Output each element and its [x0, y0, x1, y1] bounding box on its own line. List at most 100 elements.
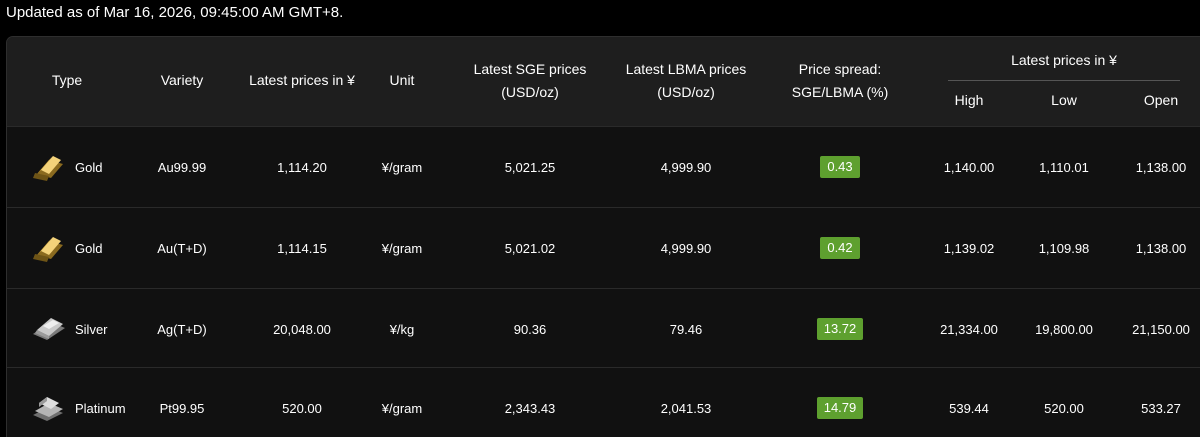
cell-latest-value: 1,114.15	[277, 240, 327, 256]
cell-type-label: Platinum	[75, 400, 126, 416]
cell-variety: Ag(T+D)	[127, 289, 237, 369]
cell-variety-value: Au(T+D)	[157, 240, 207, 256]
silver-bar-icon	[29, 314, 69, 344]
platinum-bar-icon	[29, 393, 69, 423]
cell-variety-value: Ag(T+D)	[157, 321, 207, 337]
cell-open-value: 533.27	[1141, 400, 1181, 416]
table-row: Silver Ag(T+D) 20,048.00 ¥/kg 90.36 79.46 13.7…	[7, 288, 1200, 369]
cell-sge-value: 2,343.43	[504, 400, 556, 416]
cell-type-label: Gold	[75, 159, 103, 175]
cell-unit: ¥/gram	[347, 127, 457, 207]
cell-low-value: 1,109.98	[1038, 240, 1090, 256]
header-spread-line2: SGE/LBMA (%)	[791, 84, 889, 100]
header-variety: Variety	[160, 72, 204, 88]
cell-open: 533.27	[1111, 368, 1200, 437]
table-header: Type Variety Latest prices in ¥ Unit Lat…	[7, 37, 1200, 126]
cell-high-value: 1,139.02	[943, 240, 995, 256]
cell-unit-value: ¥/gram	[381, 159, 423, 175]
cell-latest-value: 520.00	[282, 400, 322, 416]
cell-high: 1,140.00	[919, 127, 1019, 207]
cell-unit: ¥/gram	[347, 368, 457, 437]
cell-unit: ¥/kg	[347, 289, 457, 369]
cell-lbma-value: 2,041.53	[660, 400, 712, 416]
cell-latest-value: 20,048.00	[273, 321, 331, 337]
cell-open-value: 21,150.00	[1132, 321, 1190, 337]
cell-open: 1,138.00	[1111, 127, 1200, 207]
header-sge-line1: Latest SGE prices	[473, 61, 587, 77]
cell-unit-value: ¥/kg	[389, 321, 415, 337]
header-sge-line2: (USD/oz)	[501, 84, 559, 100]
prices-table: Type Variety Latest prices in ¥ Unit Lat…	[6, 36, 1200, 437]
header-lbma: Latest LBMA prices (USD/oz)	[606, 58, 766, 104]
cell-open: 21,150.00	[1111, 289, 1200, 369]
cell-type: Silver	[29, 289, 139, 369]
cell-lbma: 4,999.90	[606, 208, 766, 288]
cell-open: 1,138.00	[1111, 208, 1200, 288]
header-open: Open	[1143, 92, 1179, 108]
header-sge: Latest SGE prices (USD/oz)	[450, 58, 610, 104]
cell-low-value: 19,800.00	[1035, 321, 1093, 337]
cell-spread: 0.42	[770, 208, 910, 288]
cell-low-value: 1,110.01	[1039, 159, 1089, 175]
cell-low: 520.00	[1014, 368, 1114, 437]
cell-high: 539.44	[919, 368, 1019, 437]
updated-timestamp: Updated as of Mar 16, 2026, 09:45:00 AM …	[6, 4, 344, 21]
cell-open-value: 1,138.00	[1135, 240, 1187, 256]
cell-unit-value: ¥/gram	[381, 400, 423, 416]
cell-lbma: 2,041.53	[606, 368, 766, 437]
cell-high-value: 1,140.00	[943, 159, 995, 175]
cell-sge-value: 90.36	[513, 321, 547, 337]
cell-type: Platinum	[29, 368, 139, 437]
cell-spread: 0.43	[770, 127, 910, 207]
header-spread: Price spread: SGE/LBMA (%)	[770, 58, 910, 104]
cell-variety-value: Au99.99	[157, 159, 207, 175]
header-lbma-line2: (USD/oz)	[657, 84, 715, 100]
cell-spread: 13.72	[770, 289, 910, 369]
cell-type-label: Silver	[75, 321, 108, 337]
cell-low: 19,800.00	[1014, 289, 1114, 369]
header-type: Type	[51, 72, 83, 88]
spread-badge: 13.72	[816, 318, 864, 340]
header-group-divider	[948, 80, 1180, 81]
spread-badge: 14.79	[816, 397, 864, 419]
cell-variety: Au99.99	[127, 127, 237, 207]
cell-sge: 5,021.25	[450, 127, 610, 207]
cell-high-value: 21,334.00	[940, 321, 998, 337]
header-unit: Unit	[389, 72, 415, 88]
cell-unit-value: ¥/gram	[381, 240, 423, 256]
cell-high: 21,334.00	[919, 289, 1019, 369]
gold-bar-icon	[29, 152, 69, 182]
cell-low-value: 520.00	[1044, 400, 1084, 416]
cell-open-value: 1,138.00	[1135, 159, 1187, 175]
cell-type: Gold	[29, 127, 139, 207]
cell-sge-value: 5,021.02	[504, 240, 556, 256]
cell-lbma: 4,999.90	[606, 127, 766, 207]
table-row: Platinum Pt99.95 520.00 ¥/gram 2,343.43 2,041…	[7, 367, 1200, 437]
header-group-title: Latest prices in ¥	[1011, 52, 1117, 68]
spread-badge: 0.42	[820, 237, 860, 259]
cell-sge: 5,021.02	[450, 208, 610, 288]
header-lbma-line1: Latest LBMA prices	[625, 61, 747, 77]
cell-sge-value: 5,021.25	[504, 159, 556, 175]
cell-lbma: 79.46	[606, 289, 766, 369]
header-spread-line1: Price spread:	[798, 61, 882, 77]
gold-bar-icon	[29, 233, 69, 263]
cell-variety-value: Pt99.95	[159, 400, 205, 416]
cell-latest-value: 1,114.20	[277, 159, 327, 175]
cell-low: 1,109.98	[1014, 208, 1114, 288]
cell-lbma-value: 4,999.90	[660, 159, 712, 175]
table-row: Gold Au(T+D) 1,114.15 ¥/gram 5,021.02 4,999.9…	[7, 207, 1200, 288]
cell-lbma-value: 4,999.90	[660, 240, 712, 256]
cell-type: Gold	[29, 208, 139, 288]
table-row: Gold Au99.99 1,114.20 ¥/gram 5,021.25 4,999.9…	[7, 126, 1200, 207]
cell-variety: Pt99.95	[127, 368, 237, 437]
cell-sge: 90.36	[450, 289, 610, 369]
cell-sge: 2,343.43	[450, 368, 610, 437]
header-low: Low	[1051, 92, 1077, 108]
cell-lbma-value: 79.46	[669, 321, 703, 337]
spread-badge: 0.43	[820, 156, 860, 178]
cell-variety: Au(T+D)	[127, 208, 237, 288]
cell-high-value: 539.44	[949, 400, 989, 416]
cell-type-label: Gold	[75, 240, 103, 256]
cell-unit: ¥/gram	[347, 208, 457, 288]
